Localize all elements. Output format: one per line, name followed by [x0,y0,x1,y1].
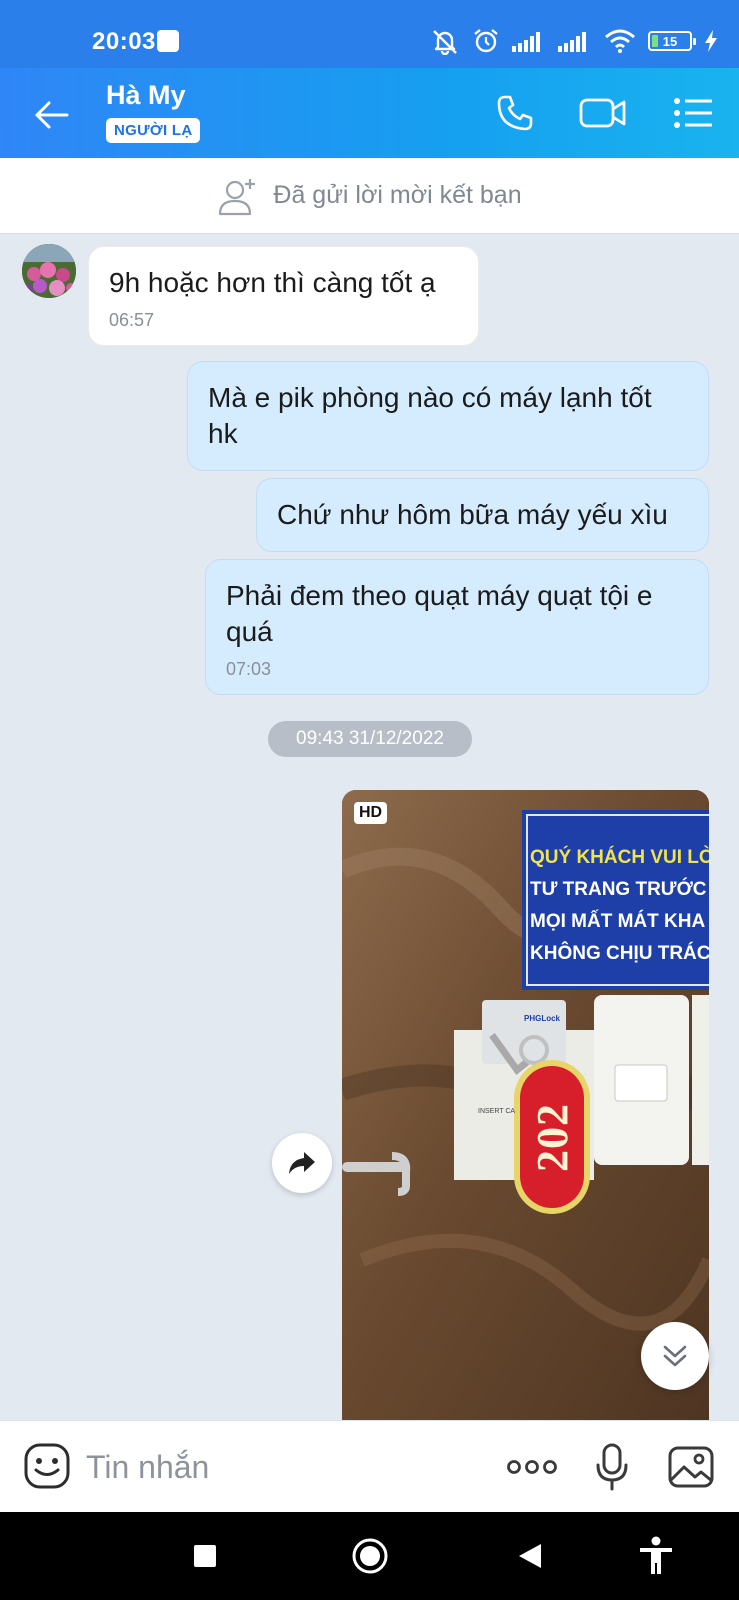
message-time: 07:03 [226,659,272,679]
microphone-icon [596,1443,628,1491]
send-image-button[interactable] [665,1441,717,1493]
photo-message[interactable]: QUÝ KHÁCH VUI LÒN TƯ TRANG TRƯỚC KHI MỌI… [342,790,709,1420]
keycard-slot-text: INSERT CA [478,1108,516,1115]
message-input[interactable] [86,1443,486,1491]
friend-request-bar: Đã gửi lời mời kết bạn [0,158,739,234]
status-bar: 20:03 15 [0,0,739,68]
message-bubble-outgoing[interactable]: Phải đem theo quạt máy quạt tội e quá 07… [205,559,709,695]
system-back-button[interactable] [508,1534,552,1578]
charging-icon [705,30,717,52]
back-arrow-icon [35,101,69,129]
sign-line: QUÝ KHÁCH VUI LÒN [530,847,709,868]
emoji-button[interactable] [22,1441,72,1491]
battery-icon: 15 [648,31,696,51]
notification-icon [157,30,179,52]
date-separator: 09:43 31/12/2022 [268,721,472,757]
emoji-icon [24,1443,70,1489]
add-friend-icon [219,178,256,215]
forward-share-icon [289,1152,315,1174]
contact-avatar[interactable] [22,244,76,298]
message-bubble-outgoing[interactable]: Chứ như hôm bữa máy yếu xìu [256,478,709,552]
chat-menu-button[interactable] [668,88,718,138]
message-bubble-outgoing[interactable]: Mà e pik phòng nào có máy lạnh tốt hk [187,361,709,471]
recents-button[interactable] [183,1534,227,1578]
back-button[interactable] [28,92,74,138]
image-icon [668,1446,714,1488]
recents-icon [194,1545,216,1567]
double-chevron-down-icon [663,1345,687,1367]
home-icon [352,1538,388,1574]
scroll-to-bottom-button[interactable] [641,1322,709,1390]
battery-level: 15 [662,33,678,49]
sign-line: MỌI MẤT MÁT KHA [530,911,706,932]
more-icon [507,1460,557,1474]
voice-record-button[interactable] [586,1441,638,1493]
message-bubble-incoming[interactable]: 9h hoặc hơn thì càng tốt ạ 06:57 [88,246,479,346]
battery-level-fill [652,35,658,47]
sign-text: QUÝ KHÁCH VUI LÒN TƯ TRANG TRƯỚC KHI MỌI… [530,842,709,970]
message-input-bar [0,1420,739,1512]
room-key-tag: 202 [520,1066,584,1208]
video-call-icon [579,98,626,128]
back-icon [519,1544,541,1568]
video-call-button[interactable] [578,88,628,138]
accessibility-icon [640,1536,672,1574]
more-options-button[interactable] [506,1441,558,1493]
notifications-off-icon [433,30,457,55]
message-text: Mà e pik phòng nào có máy lạnh tốt hk [208,382,652,449]
home-button[interactable] [348,1534,392,1578]
signal-icon [558,32,586,52]
stranger-badge: NGƯỜI LẠ [106,118,201,143]
forward-button[interactable] [272,1133,332,1193]
status-time: 20:03 [92,28,156,55]
sign-line: KHÔNG CHỊU TRÁC [530,943,709,964]
message-text: Chứ như hôm bữa máy yếu xìu [277,499,668,530]
phone-icon [497,95,533,131]
room-number: 202 [527,1102,577,1172]
sign-line: TƯ TRANG TRƯỚC KHI [530,879,709,900]
contact-name[interactable]: Hà My [106,80,186,111]
menu-list-icon [674,98,712,128]
voice-call-button[interactable] [490,88,540,138]
message-time: 06:57 [109,310,155,330]
message-text: Phải đem theo quạt máy quạt tội e quá [226,580,653,647]
wifi-icon [605,29,635,53]
status-icons: 15 [430,26,718,56]
signal-icon [512,32,540,52]
keycard-brand: PHGLock [524,1014,561,1023]
accessibility-button[interactable] [634,1534,678,1578]
alarm-icon [474,29,498,53]
message-text: 9h hoặc hơn thì càng tốt ạ [109,267,436,298]
flowers-image [22,244,76,298]
chat-header: Hà My NGƯỜI LẠ [0,68,739,158]
system-navigation-bar [0,1512,739,1600]
friend-request-text: Đã gửi lời mời kết bạn [273,181,522,209]
hd-badge: HD [354,802,388,824]
